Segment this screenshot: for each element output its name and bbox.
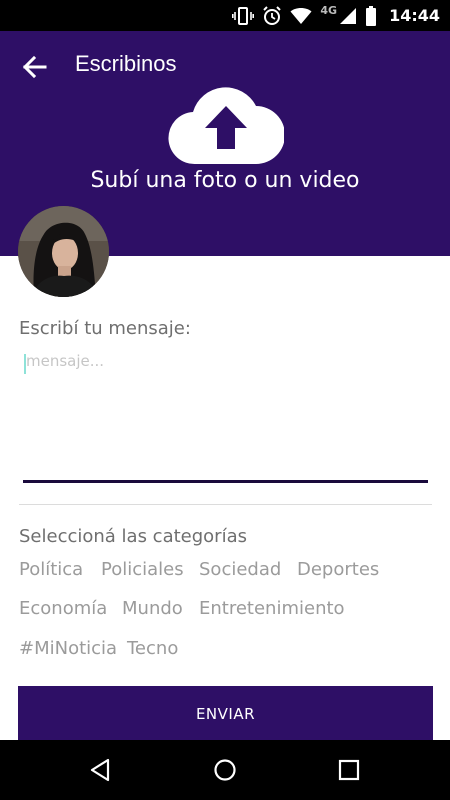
message-input[interactable] — [22, 352, 432, 462]
upload-media-button[interactable]: Subí una foto o un video — [0, 86, 450, 196]
nav-back-button[interactable] — [75, 750, 125, 790]
category-sociedad[interactable]: Sociedad — [199, 559, 281, 580]
nav-home-button[interactable] — [200, 750, 250, 790]
cloud-upload-icon — [168, 87, 284, 165]
category-politica[interactable]: Política — [19, 559, 83, 580]
vibrate-icon — [232, 6, 255, 25]
arrow-left-icon — [22, 55, 47, 79]
input-underline — [23, 480, 428, 483]
message-label: Escribí tu mensaje: — [19, 318, 191, 339]
category-entretenimiento[interactable]: Entretenimiento — [199, 598, 345, 619]
wifi-icon — [290, 7, 312, 24]
network-type-label: 4G — [320, 4, 338, 17]
user-photo — [18, 206, 109, 297]
battery-icon — [366, 5, 377, 26]
category-tecno[interactable]: Tecno — [127, 638, 178, 659]
navigation-bar — [0, 740, 450, 800]
avatar — [18, 206, 109, 297]
categories-label: Seleccioná las categorías — [19, 526, 247, 547]
back-button[interactable] — [14, 49, 54, 85]
nav-recents-button[interactable] — [324, 750, 374, 790]
cell-signal-icon — [340, 7, 357, 24]
category-economia[interactable]: Economía — [19, 598, 107, 619]
category-policiales[interactable]: Policiales — [101, 559, 184, 580]
text-cursor — [24, 354, 26, 374]
upload-label: Subí una foto o un video — [90, 168, 360, 193]
category-mundo[interactable]: Mundo — [122, 598, 183, 619]
status-icons: 4G 14:44 — [232, 0, 440, 31]
page-title: Escribinos — [75, 51, 177, 76]
clock: 14:44 — [389, 6, 440, 25]
alarm-icon — [263, 5, 282, 25]
triangle-back-icon — [90, 758, 110, 782]
divider — [19, 504, 432, 505]
category-minoticia[interactable]: #MiNoticia — [19, 638, 117, 659]
circle-home-icon — [214, 759, 236, 781]
send-button[interactable]: ENVIAR — [18, 686, 433, 742]
status-bar: 4G 14:44 — [0, 0, 450, 31]
square-recents-icon — [338, 759, 360, 781]
category-deportes[interactable]: Deportes — [297, 559, 379, 580]
